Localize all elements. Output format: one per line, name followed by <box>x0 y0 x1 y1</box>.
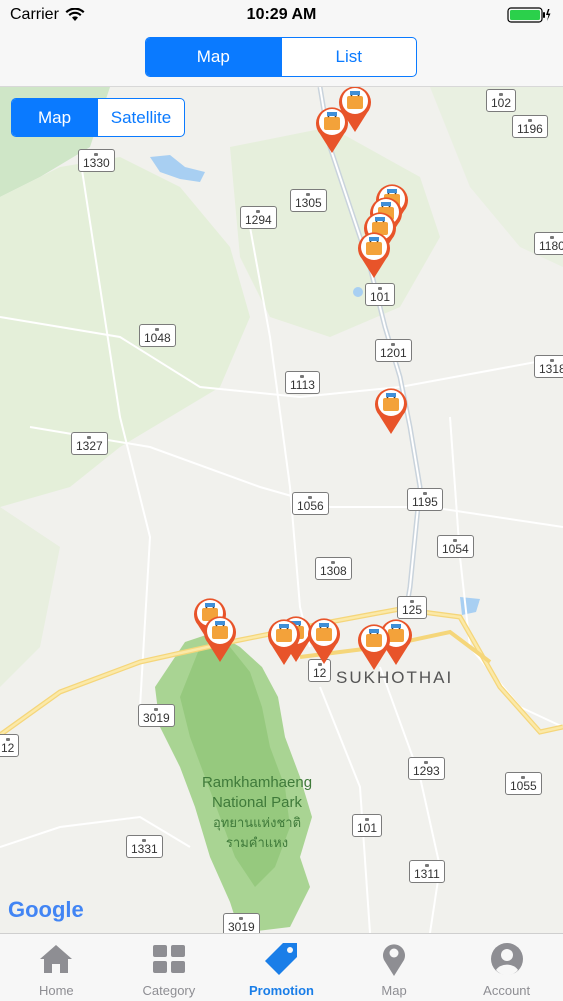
shop-pin-icon[interactable] <box>354 619 394 671</box>
shop-pin-icon[interactable] <box>200 611 240 663</box>
tab-category[interactable]: Category <box>113 934 226 1001</box>
grid-icon <box>152 945 185 973</box>
status-bar: Carrier 10:29 AM <box>0 0 563 30</box>
tab-label: Map <box>381 983 407 998</box>
road-label: 1318 <box>534 355 563 378</box>
tab-home[interactable]: Home <box>0 934 113 1001</box>
google-logo: Google <box>8 897 84 923</box>
map-view[interactable]: 102 1196 1330 1305 1294 1180 101 1048 12… <box>0 87 563 933</box>
shop-pin-icon[interactable] <box>354 227 394 279</box>
park-label-line: อุทยานแห่งชาติ <box>212 815 302 830</box>
road-label: 1195 <box>407 488 443 511</box>
tab-bar: Home Category Promotion Map Account <box>0 933 563 1001</box>
park-label-line: รามคำแหง <box>225 835 289 850</box>
road-label: 1293 <box>408 757 445 780</box>
tab-promotion[interactable]: Promotion <box>225 934 338 1001</box>
road-label: 101 <box>352 814 383 837</box>
road-label: 1180 <box>534 232 563 255</box>
road-label: 1331 <box>126 835 163 858</box>
road-label: 3019 <box>138 704 175 727</box>
road-label: 1054 <box>437 535 474 558</box>
road-label: 12 <box>0 734 20 757</box>
user-icon <box>490 943 523 976</box>
road-label: 1294 <box>240 206 277 229</box>
google-logo-text: Google <box>8 897 84 922</box>
road-label: 1308 <box>315 557 352 580</box>
tag-icon <box>265 943 298 975</box>
segment-map[interactable]: Map <box>146 38 281 76</box>
road-label: 1048 <box>139 324 176 347</box>
park-label-line: Ramkhamhaeng <box>201 774 313 791</box>
navigation-bar: Map List <box>0 30 563 87</box>
road-label: 101 <box>365 283 396 306</box>
shop-pin-icon[interactable] <box>371 383 411 435</box>
tab-label: Home <box>38 983 74 998</box>
road-label: 1201 <box>375 339 412 362</box>
road-label: 1055 <box>505 772 542 795</box>
park-label-line: National Park <box>211 794 303 811</box>
segment-map-type-map[interactable]: Map <box>12 99 97 136</box>
tab-map[interactable]: Map <box>338 934 451 1001</box>
road-label: 1056 <box>292 492 329 515</box>
city-label: SUKHOTHAI <box>336 668 454 687</box>
shop-pin-icon[interactable] <box>264 614 304 666</box>
view-mode-segment[interactable]: Map List <box>145 37 417 77</box>
road-label: 1113 <box>285 371 320 394</box>
shop-pin-icon[interactable] <box>304 613 344 665</box>
road-label: 102 <box>486 89 517 112</box>
park-label: Ramkhamhaeng National Park อุทยานแห่งชาต… <box>192 773 322 853</box>
road-label: 1327 <box>71 432 108 455</box>
road-label: 1196 <box>512 115 548 138</box>
tab-label: Account <box>483 983 531 998</box>
road-label: 1311 <box>409 860 445 883</box>
tab-label: Promotion <box>248 983 314 998</box>
segment-map-type-satellite[interactable]: Satellite <box>97 99 184 136</box>
tab-label: Category <box>142 983 196 998</box>
tab-account[interactable]: Account <box>450 934 563 1001</box>
home-icon <box>40 945 73 973</box>
road-label: 3019 <box>223 913 260 933</box>
map-type-segment[interactable]: Map Satellite <box>11 98 185 137</box>
shop-pin-icon[interactable] <box>312 102 352 154</box>
road-label: 1305 <box>290 189 327 212</box>
road-label: 1330 <box>78 149 115 172</box>
map-pin-icon <box>383 944 406 976</box>
status-time: 10:29 AM <box>246 6 317 23</box>
segment-list[interactable]: List <box>280 38 417 76</box>
